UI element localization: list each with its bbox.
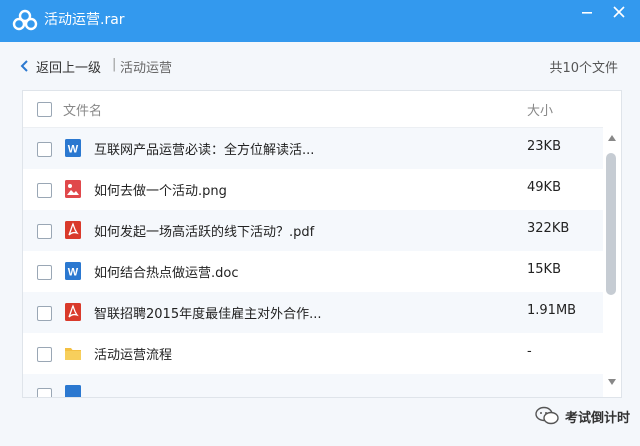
minimize-icon bbox=[582, 12, 592, 14]
watermark-text: 考试倒计时 bbox=[564, 410, 630, 426]
svg-text:W: W bbox=[68, 144, 79, 156]
table-row[interactable]: W 如何结合热点做运营.doc 15KB bbox=[23, 251, 603, 292]
folder-icon bbox=[65, 348, 81, 360]
file-name: 如何结合热点做运营.doc bbox=[94, 266, 239, 281]
row-checkbox[interactable] bbox=[37, 306, 52, 321]
file-size: 23KB bbox=[527, 139, 561, 154]
back-button[interactable]: 返回上一级 bbox=[18, 57, 102, 76]
word-doc-icon: W bbox=[65, 139, 81, 157]
table-row[interactable]: 如何发起一场高活跃的线下活动？.pdf 322KB bbox=[23, 210, 603, 251]
table-row[interactable]: 智联招聘2015年度最佳雇主对外合作... 1.91MB bbox=[23, 292, 603, 333]
word-doc-icon bbox=[65, 385, 81, 397]
back-label: 返回上一级 bbox=[36, 60, 102, 76]
breadcrumb-separator: | bbox=[112, 57, 117, 72]
pdf-file-icon bbox=[65, 303, 81, 321]
table-row[interactable]: W 互联网产品运营必读：全方位解读活... 23KB bbox=[23, 128, 603, 169]
table-row-partial[interactable] bbox=[23, 374, 603, 397]
file-list: 文件名 大小 W 互联网产品运营必读：全方位解读活... 23KB 如何去做一个… bbox=[22, 90, 622, 398]
word-doc-icon: W bbox=[65, 262, 81, 280]
file-count: 共10个文件 bbox=[549, 61, 618, 76]
file-name: 互联网产品运营必读：全方位解读活... bbox=[94, 143, 315, 158]
file-name: 如何去做一个活动.png bbox=[94, 184, 227, 199]
file-size: 15KB bbox=[527, 262, 561, 277]
watermark: 考试倒计时 bbox=[535, 404, 630, 428]
chevron-left-icon bbox=[20, 60, 28, 72]
cloud-logo-icon bbox=[12, 9, 38, 31]
row-checkbox[interactable] bbox=[37, 142, 52, 157]
minimize-button[interactable] bbox=[572, 0, 604, 24]
title-bar: 活动运营.rar bbox=[0, 0, 640, 42]
file-size: 1.91MB bbox=[527, 303, 577, 318]
column-header-size: 大小 bbox=[527, 104, 554, 119]
navigation-bar: 返回上一级 | 活动运营 共10个文件 bbox=[0, 42, 640, 88]
list-header: 文件名 大小 bbox=[23, 91, 621, 128]
file-name: 智联招聘2015年度最佳雇主对外合作... bbox=[94, 307, 322, 322]
table-row[interactable]: 如何去做一个活动.png 49KB bbox=[23, 169, 603, 210]
column-header-name: 文件名 bbox=[63, 104, 103, 119]
file-size: 322KB bbox=[527, 221, 570, 236]
file-name: 如何发起一场高活跃的线下活动？.pdf bbox=[94, 225, 315, 240]
row-checkbox[interactable] bbox=[37, 388, 52, 397]
window-title: 活动运营.rar bbox=[44, 12, 125, 28]
pdf-file-icon bbox=[65, 221, 81, 239]
close-button[interactable] bbox=[604, 0, 636, 24]
close-icon bbox=[613, 6, 625, 18]
svg-text:W: W bbox=[68, 267, 79, 279]
breadcrumb-current: 活动运营 bbox=[120, 61, 173, 76]
row-checkbox[interactable] bbox=[37, 347, 52, 362]
file-size: 49KB bbox=[527, 180, 561, 195]
row-checkbox[interactable] bbox=[37, 183, 52, 198]
row-checkbox[interactable] bbox=[37, 265, 52, 280]
image-file-icon bbox=[65, 180, 81, 198]
file-size: - bbox=[527, 344, 532, 359]
table-row[interactable]: 活动运营流程 - bbox=[23, 333, 603, 374]
scrollbar-thumb[interactable] bbox=[606, 153, 616, 295]
vertical-scrollbar[interactable] bbox=[603, 127, 621, 397]
file-name: 活动运营流程 bbox=[94, 348, 173, 363]
scroll-down-icon[interactable] bbox=[608, 379, 616, 385]
scroll-up-icon[interactable] bbox=[608, 135, 616, 141]
row-checkbox[interactable] bbox=[37, 224, 52, 239]
chat-bubbles-icon bbox=[535, 406, 559, 425]
select-all-checkbox[interactable] bbox=[37, 102, 52, 117]
